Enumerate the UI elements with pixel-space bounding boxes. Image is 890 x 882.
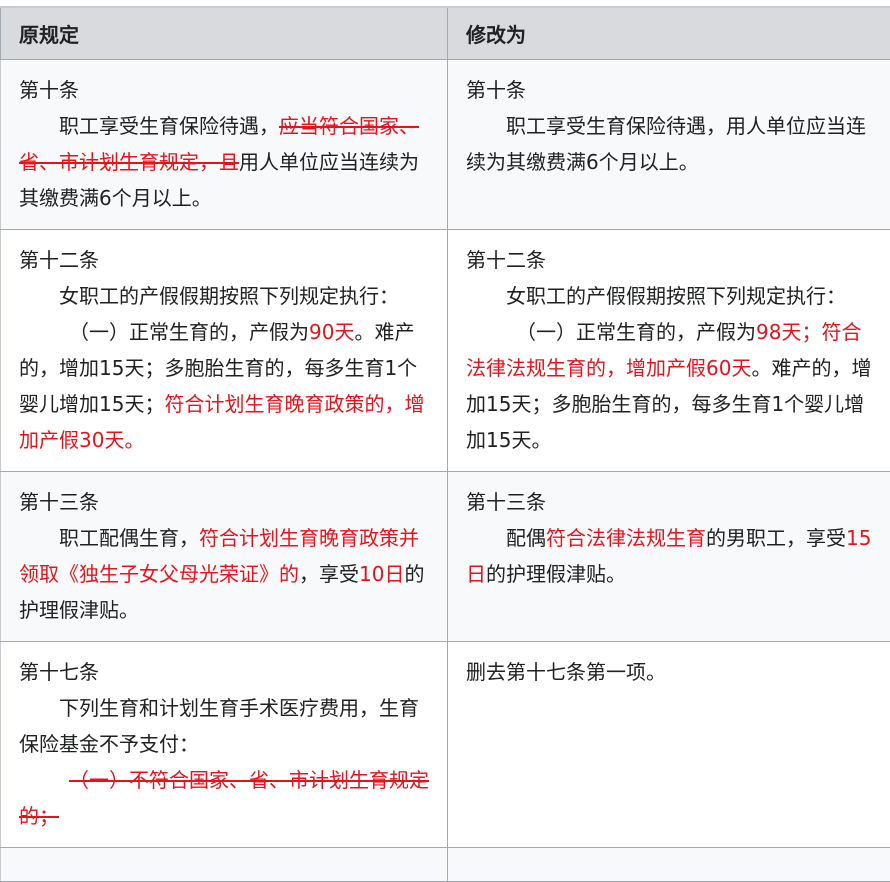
clause-text: 配偶符合法律法规生育的男职工，享受15日的护理假津贴。 xyxy=(466,520,876,592)
article-title: 第十三条 xyxy=(19,484,433,520)
regulation-comparison-table: 原规定 修改为 第十条 职工享受生育保险待遇，应当符合国家、省、市计划生育规定，… xyxy=(0,6,890,882)
original-cell: 第十七条 下列生育和计划生育手术医疗费用，生育保险基金不予支付： （一）不符合国… xyxy=(1,642,448,848)
text-span: 的护理假津贴。 xyxy=(486,562,626,586)
clause-text: 下列生育和计划生育手术医疗费用，生育保险基金不予支付： xyxy=(19,690,433,762)
table-row-partial xyxy=(1,848,890,882)
comparison-table-wrapper: 原规定 修改为 第十条 职工享受生育保险待遇，应当符合国家、省、市计划生育规定，… xyxy=(0,6,890,882)
text-span: 配偶 xyxy=(506,526,546,550)
text-span: （一）正常生育的，产假为 xyxy=(69,320,309,344)
original-cell: 第十三条 职工配偶生育，符合计划生育晚育政策并领取《独生子女父母光荣证》的，享受… xyxy=(1,472,448,642)
clause-item: （一）正常生育的，产假为98天；符合法律法规生育的，增加产假60天。难产的，增加… xyxy=(466,314,876,458)
revised-cell: 删去第十七条第一项。 xyxy=(448,642,890,848)
deleted-text: （一）不符合国家、省、市计划生育规定的； xyxy=(19,768,429,828)
table-row: 第十七条 下列生育和计划生育手术医疗费用，生育保险基金不予支付： （一）不符合国… xyxy=(1,642,890,848)
text-span: 的男职工，享受 xyxy=(706,526,846,550)
table-row: 第十二条 女职工的产假假期按照下列规定执行： （一）正常生育的，产假为90天。难… xyxy=(1,230,890,472)
table-row: 第十三条 职工配偶生育，符合计划生育晚育政策并领取《独生子女父母光荣证》的，享受… xyxy=(1,472,890,642)
changed-text: 符合法律法规生育 xyxy=(546,526,706,550)
text-span: （一）正常生育的，产假为 xyxy=(516,320,756,344)
clause-item: （一）不符合国家、省、市计划生育规定的； xyxy=(19,762,433,834)
text-span: 职工享受生育保险待遇， xyxy=(59,114,279,138)
clause-text: 女职工的产假假期按照下列规定执行： xyxy=(466,278,876,314)
table-row: 第十条 职工享受生育保险待遇，应当符合国家、省、市计划生育规定，且用人单位应当连… xyxy=(1,60,890,230)
clause-text: 女职工的产假假期按照下列规定执行： xyxy=(19,278,433,314)
clause-text: 职工享受生育保险待遇，用人单位应当连续为其缴费满6个月以上。 xyxy=(466,108,876,180)
changed-text: ； xyxy=(801,320,821,344)
original-cell: 第十二条 女职工的产假假期按照下列规定执行： （一）正常生育的，产假为90天。难… xyxy=(1,230,448,472)
text-span: ，享受 xyxy=(299,562,359,586)
revised-cell: 第十二条 女职工的产假假期按照下列规定执行： （一）正常生育的，产假为98天；符… xyxy=(448,230,890,472)
revised-cell: 第十条 职工享受生育保险待遇，用人单位应当连续为其缴费满6个月以上。 xyxy=(448,60,890,230)
article-title: 第十二条 xyxy=(19,242,433,278)
changed-text: 90天 xyxy=(309,320,354,344)
clause-item: （一）正常生育的，产假为90天。难产的，增加15天；多胞胎生育的，每多生育1个婴… xyxy=(19,314,433,458)
article-title: 第十条 xyxy=(466,72,876,108)
article-title: 第十三条 xyxy=(466,484,876,520)
changed-text: 10日 xyxy=(359,562,404,586)
header-row: 原规定 修改为 xyxy=(1,7,890,60)
original-cell: 第十条 职工享受生育保险待遇，应当符合国家、省、市计划生育规定，且用人单位应当连… xyxy=(1,60,448,230)
empty-cell xyxy=(448,848,890,882)
clause-text: 删去第十七条第一项。 xyxy=(466,654,876,690)
changed-text: 98天 xyxy=(756,320,801,344)
clause-text: 职工享受生育保险待遇，应当符合国家、省、市计划生育规定，且用人单位应当连续为其缴… xyxy=(19,108,433,216)
empty-cell xyxy=(1,848,448,882)
article-title: 第十七条 xyxy=(19,654,433,690)
text-span: 职工配偶生育， xyxy=(59,526,199,550)
article-title: 第十二条 xyxy=(466,242,876,278)
article-title: 第十条 xyxy=(19,72,433,108)
clause-text: 职工配偶生育，符合计划生育晚育政策并领取《独生子女父母光荣证》的，享受10日的护… xyxy=(19,520,433,628)
header-original: 原规定 xyxy=(1,7,448,60)
header-revised: 修改为 xyxy=(448,7,890,60)
revised-cell: 第十三条 配偶符合法律法规生育的男职工，享受15日的护理假津贴。 xyxy=(448,472,890,642)
